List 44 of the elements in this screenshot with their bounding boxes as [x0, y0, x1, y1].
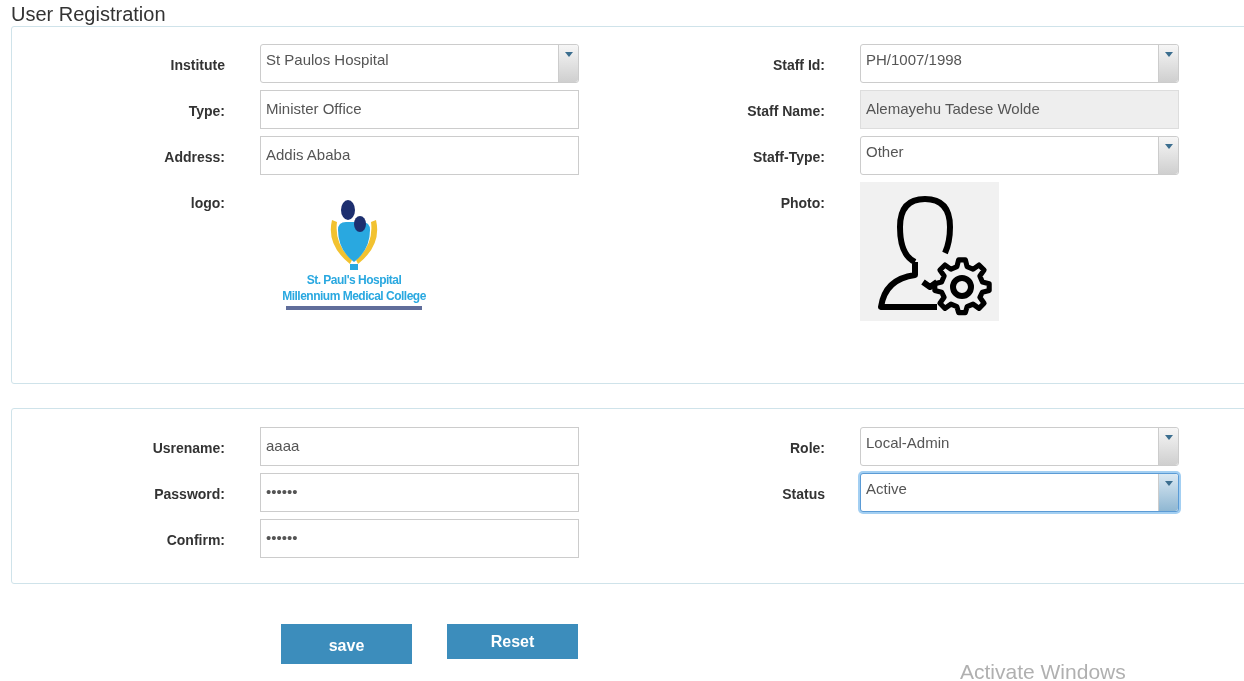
caret-icon — [1164, 481, 1173, 486]
dropdown-field[interactable]: Other — [860, 136, 1179, 175]
caret-icon — [1164, 52, 1173, 57]
dropdown-value: Other — [866, 142, 905, 163]
field-label: Role: — [789, 439, 826, 458]
field-label: Password: — [153, 485, 226, 504]
caret-icon — [564, 52, 573, 57]
dropdown-value: PH/1007/1998 — [866, 50, 963, 71]
field-label: Type: — [187, 102, 226, 121]
field-label: Staff Name: — [746, 102, 826, 121]
field-label: Staff Id: — [771, 56, 826, 75]
field-label: Staff-Type: — [751, 148, 826, 167]
dropdown-value: St Paulos Hospital — [266, 50, 390, 71]
reset-button[interactable]: Reset — [447, 624, 578, 659]
text-field[interactable]: •••••• — [260, 473, 579, 512]
dropdown-toggle[interactable] — [558, 45, 578, 82]
dropdown-value: Local-Admin — [866, 433, 951, 454]
field-label: Confirm: — [165, 531, 226, 550]
dropdown-field[interactable]: St Paulos Hospital — [260, 44, 579, 83]
caret-icon — [1164, 435, 1173, 440]
dropdown-field[interactable]: Active — [860, 473, 1179, 512]
dropdown-field[interactable]: Local-Admin — [860, 427, 1179, 466]
dropdown-toggle[interactable] — [1158, 428, 1178, 465]
dropdown-toggle[interactable] — [1158, 474, 1178, 511]
page-title: User Registration — [10, 2, 167, 26]
text-field[interactable]: Minister Office — [260, 90, 579, 129]
text-field[interactable]: aaaa — [260, 427, 579, 466]
field-label: Usrename: — [151, 439, 226, 458]
dropdown-toggle[interactable] — [1158, 45, 1178, 82]
dropdown-field[interactable]: PH/1007/1998 — [860, 44, 1179, 83]
activation-notice: Activate Windows — [960, 659, 1126, 681]
logo-text: St. Paul's Hospital — [306, 272, 402, 288]
field-label: Photo: — [779, 194, 826, 213]
field-label: logo: — [189, 194, 226, 213]
field-label: Status — [781, 485, 826, 504]
dropdown-value: Active — [866, 479, 908, 500]
text-field[interactable]: Addis Ababa — [260, 136, 579, 175]
caret-icon — [1164, 144, 1173, 149]
field-label: Institute — [169, 56, 226, 75]
dropdown-toggle[interactable] — [1158, 137, 1178, 174]
field-label: Address: — [163, 148, 226, 167]
text-field[interactable]: •••••• — [260, 519, 579, 558]
logo-text: Millennium Medical College — [282, 288, 426, 304]
save-button[interactable]: save — [281, 624, 412, 664]
